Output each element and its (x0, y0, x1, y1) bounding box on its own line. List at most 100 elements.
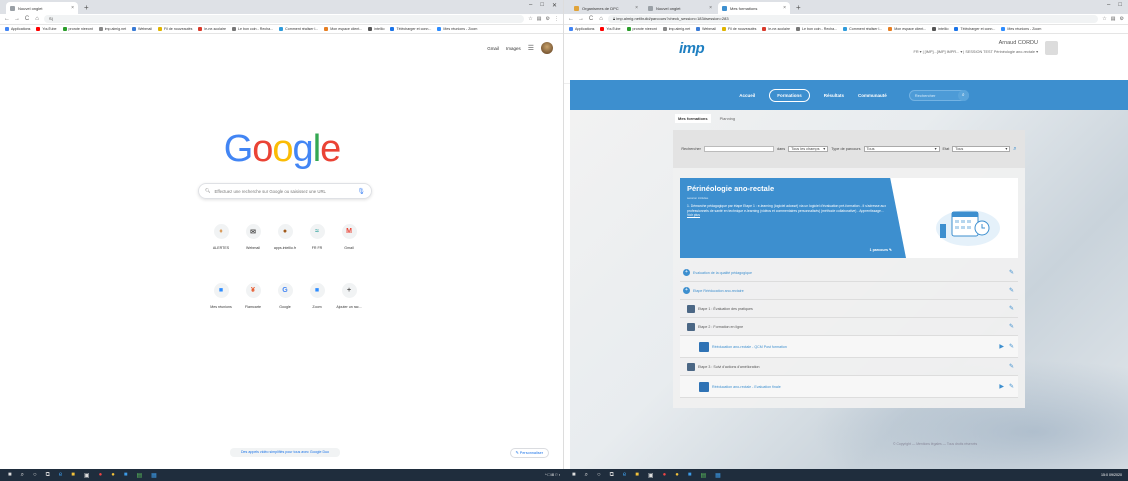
shortcut-tile[interactable]: ✉ Webmail (237, 224, 269, 250)
taskview-icon[interactable]: ⧉ (610, 472, 614, 479)
bookmark-item[interactable]: prorote nieeont (62, 27, 93, 31)
bookmark-item[interactable]: Applications (569, 27, 594, 31)
expand-icon[interactable]: + (683, 269, 690, 276)
edge-icon[interactable]: e (59, 472, 62, 478)
store-icon[interactable]: ▣ (84, 472, 90, 479)
maximize-button[interactable]: □ (1118, 2, 1122, 8)
course-card[interactable]: Périnéologie ano-rectale session intitul… (680, 178, 1018, 258)
close-window-button[interactable]: ✕ (552, 2, 557, 9)
step-row[interactable]: Rééducation ano-rectale - QCM Post forma… (680, 336, 1018, 358)
step-row[interactable]: + Evaluation de la qualité pédagogique ✎ (680, 264, 1018, 282)
taskview-icon[interactable]: ⧉ (46, 472, 50, 479)
address-bar[interactable]: S| (44, 15, 525, 23)
bookmark-item[interactable]: Le bon coin - Recha... (231, 27, 273, 31)
nav-accueil[interactable]: Accueil (739, 93, 755, 98)
shortcut-tile[interactable]: ● apps.intellio.fr (269, 224, 301, 250)
extensions-icon[interactable]: ▤ (537, 16, 542, 22)
tab-mes-formations[interactable]: Mes formations (675, 114, 711, 123)
step-row[interactable]: + Etape Rééducation ano-rectaire ✎ (680, 282, 1018, 300)
parcours-count[interactable]: 1 parcours ✎ (870, 248, 892, 252)
duo-notice-link[interactable]: Des appels vidéo simplifiés pour tous av… (230, 448, 340, 457)
store-icon[interactable]: ▣ (648, 472, 654, 479)
home-icon[interactable]: ⌂ (34, 16, 40, 22)
windows-start-icon[interactable]: ■ (8, 472, 12, 478)
tab-mes-formations[interactable]: Mes formations × (718, 2, 790, 14)
shortcut-tile[interactable]: ■ Zoom (301, 283, 333, 309)
bookmark-item[interactable]: intellio (932, 27, 948, 31)
edit-icon[interactable]: ✎ (1009, 287, 1014, 294)
app-icon[interactable]: ■ (124, 472, 128, 478)
chrome-icon[interactable]: ● (663, 472, 667, 478)
file-explorer-icon[interactable]: ■ (635, 472, 639, 478)
app-icon[interactable]: ■ (688, 472, 692, 478)
system-tray[interactable]: ^ ☐ ⊞ ⚐ ▪ (545, 473, 560, 477)
tab-new-tab[interactable]: Nouvel onglet × (6, 2, 78, 14)
step-row[interactable]: Rééducation ano-rectale - Evaluation fin… (680, 376, 1018, 398)
expand-icon[interactable]: + (683, 287, 690, 294)
extensions-icon[interactable]: ▤ (1111, 16, 1116, 22)
shortcut-tile[interactable]: ¥ Flamcarte (237, 283, 269, 309)
bookmark-item[interactable]: YouTube (36, 27, 57, 31)
bookmark-item[interactable]: Fil de nouveautés (722, 27, 756, 31)
nav-resultats[interactable]: Résultats (824, 93, 844, 98)
shortcut-tile[interactable]: ≈ FR FR (301, 224, 333, 250)
maximize-button[interactable]: □ (540, 2, 544, 9)
task-view-icon[interactable]: ○ (33, 472, 37, 478)
bookmark-item[interactable]: Le bon coin - Recha... (795, 27, 837, 31)
bookmark-item[interactable]: Applications (5, 27, 30, 31)
filter-field-select[interactable]: Tous les champs ▾ (788, 146, 829, 152)
bookmark-item[interactable]: Télécharger et conn... (390, 27, 431, 31)
bookmark-item[interactable]: Mon espace client... (888, 27, 926, 31)
bookmark-item[interactable]: Fil de nouveautés (158, 27, 192, 31)
star-icon[interactable]: ☆ (528, 16, 532, 22)
shortcut-tile[interactable]: + Ajouter un rac... (333, 283, 365, 309)
file-explorer-icon[interactable]: ■ (71, 472, 75, 478)
site-search-input[interactable]: Rechercher ⌕ (908, 89, 969, 101)
tab-organismes-dpc[interactable]: Organismes de DPC × (570, 2, 642, 14)
bookmark-item[interactable]: Mon espace client... (324, 27, 362, 31)
bookmark-item[interactable]: le-ne-scolaire (198, 27, 226, 31)
profile-icon[interactable]: ⚙ (546, 16, 550, 22)
tab-new-tab[interactable]: Nouvel onglet × (644, 2, 716, 14)
search-input[interactable]: Effectuez une recherche sur Google ou sa… (214, 189, 353, 194)
play-icon[interactable]: ▶ (999, 343, 1004, 350)
edit-icon[interactable]: ✎ (1009, 305, 1014, 312)
search-icon[interactable]: ⌕ (585, 472, 588, 479)
reload-icon[interactable]: C (24, 16, 30, 22)
menu-icon[interactable]: ⋮ (554, 16, 559, 22)
avatar[interactable] (1045, 41, 1058, 55)
filter-search-input[interactable] (703, 146, 774, 152)
tab-planning[interactable]: Planning (717, 114, 739, 123)
filter-type-select[interactable]: Tous ▾ (863, 146, 940, 152)
images-link[interactable]: Images (506, 46, 521, 51)
shortcut-tile[interactable]: G Google (269, 283, 301, 309)
user-menu[interactable]: Arnaud CORDU FR ▾ | [IMP]...[IMP] IMPR..… (914, 40, 1038, 54)
search-icon[interactable]: ⌕ (957, 89, 969, 101)
shortcut-tile[interactable]: ■ Mes réunions (205, 283, 237, 309)
customize-button[interactable]: ✎ Personnaliser (509, 448, 549, 458)
edge-icon[interactable]: e (623, 472, 626, 478)
close-icon[interactable]: × (709, 5, 712, 11)
bookmark-item[interactable]: Mes réunions - Zoom (437, 27, 477, 31)
windows-start-icon[interactable]: ■ (572, 472, 576, 478)
nav-communaute[interactable]: Communauté (858, 93, 887, 98)
bookmark-item[interactable]: Mes réunions - Zoom (1001, 27, 1041, 31)
bookmark-item[interactable]: YouTube (600, 27, 621, 31)
breadcrumb[interactable]: FR ▾ | [IMP]...[IMP] IMPR... ▾ | SESSION… (914, 49, 1038, 54)
app-icon[interactable]: ▤ (700, 472, 706, 479)
bookmark-item[interactable]: Webmail (132, 27, 152, 31)
edit-icon[interactable]: ✎ (1009, 363, 1014, 370)
close-icon[interactable]: × (635, 5, 638, 11)
imp-logo[interactable]: imp (679, 40, 705, 57)
app-icon[interactable]: ● (675, 472, 679, 478)
gmail-link[interactable]: Gmail (487, 46, 499, 51)
app-icon[interactable]: ▦ (151, 472, 157, 479)
app-icon[interactable]: ● (111, 472, 115, 478)
close-icon[interactable]: × (783, 5, 786, 11)
home-icon[interactable]: ⌂ (598, 16, 604, 22)
nav-formations[interactable]: Formations (769, 88, 810, 102)
minimize-button[interactable]: – (1107, 2, 1110, 8)
bookmark-item[interactable]: imp.almig.net (662, 27, 690, 31)
edit-icon[interactable]: ✎ (1009, 269, 1014, 276)
google-search-box[interactable]: 🔍︎ Effectuez une recherche sur Google ou… (198, 183, 372, 199)
